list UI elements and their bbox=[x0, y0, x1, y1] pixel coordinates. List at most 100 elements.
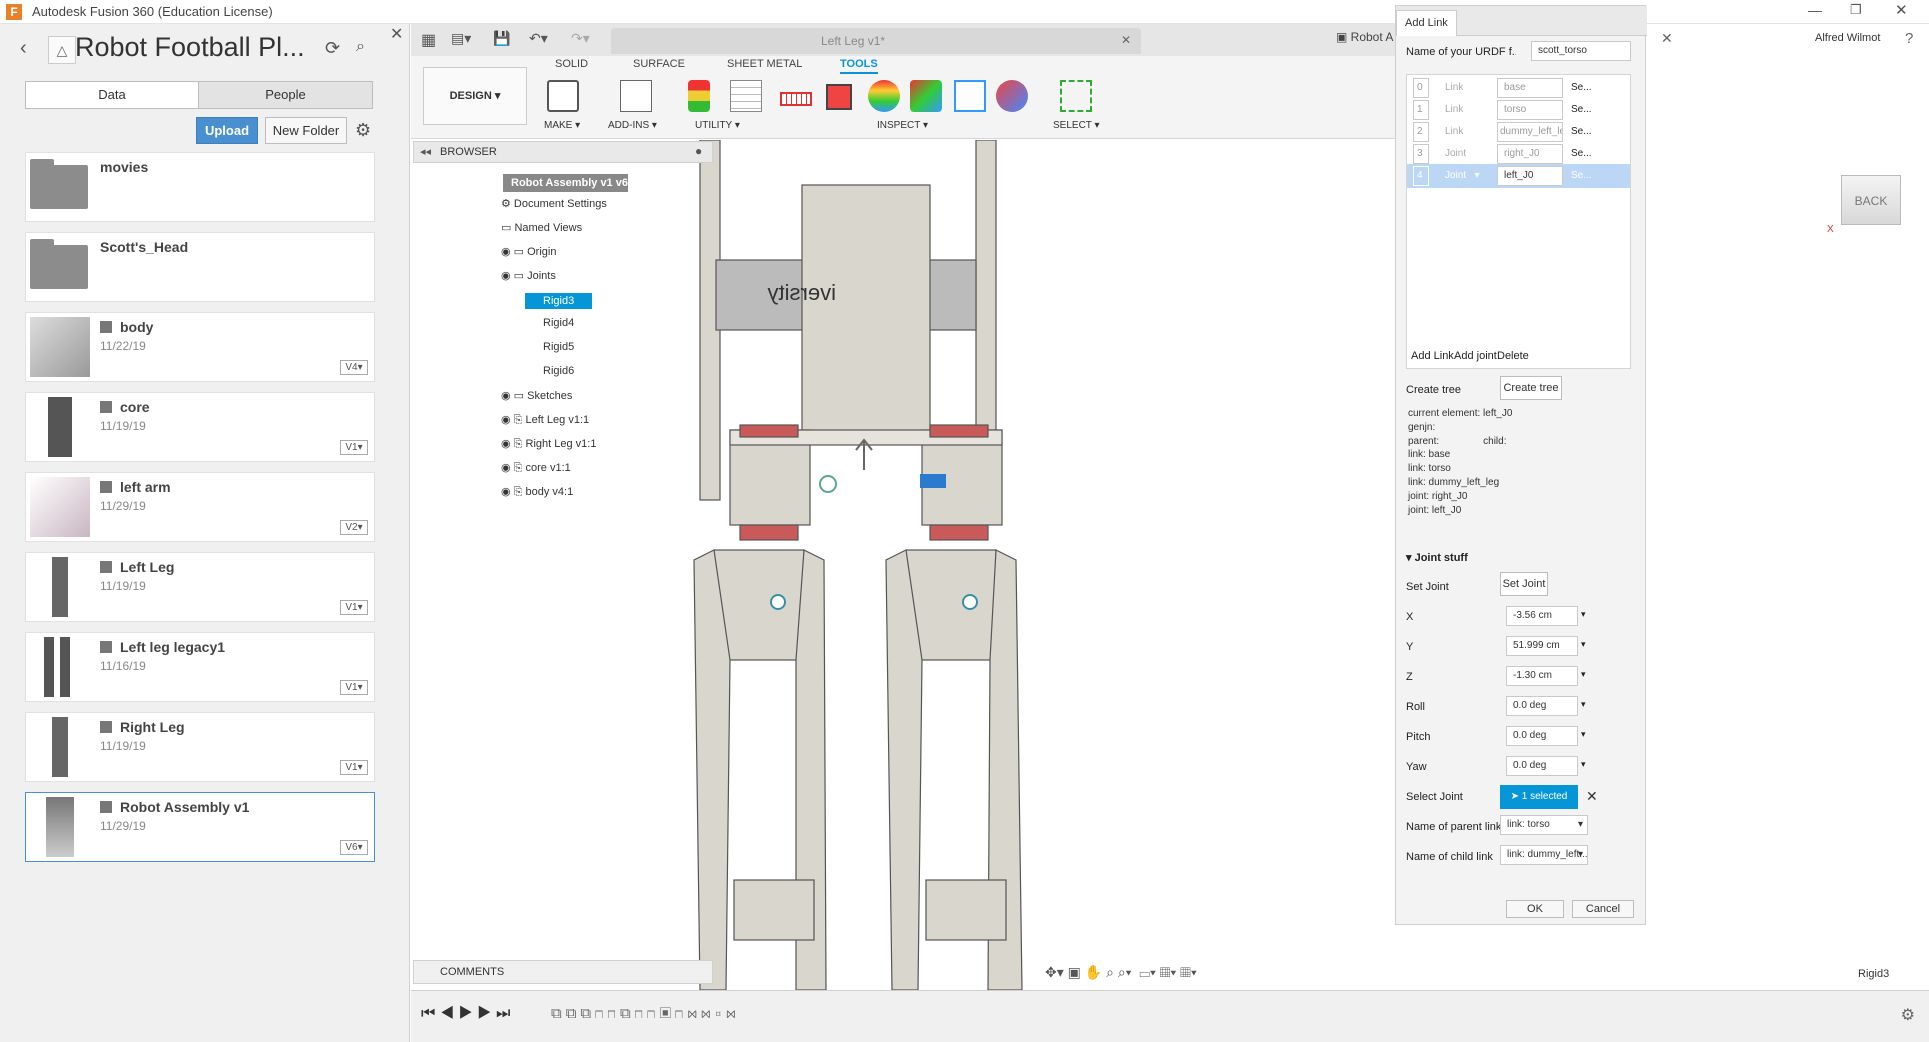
tab-surface[interactable]: SURFACE bbox=[633, 58, 685, 70]
tree-node[interactable]: Rigid6 bbox=[525, 365, 592, 377]
tree-node[interactable]: ▭ Named Views bbox=[501, 221, 582, 234]
addins-menu[interactable]: ADD-INS ▾ bbox=[608, 120, 657, 131]
make-menu[interactable]: MAKE ▾ bbox=[544, 120, 580, 131]
gear-icon[interactable]: ⚙ bbox=[355, 120, 371, 141]
inspect-menu[interactable]: INSPECT ▾ bbox=[877, 120, 928, 131]
list-item[interactable]: Robot Assembly v1 11/29/19 V6▾ bbox=[25, 792, 375, 862]
version-badge[interactable]: V1▾ bbox=[340, 760, 368, 775]
tab-solid[interactable]: SOLID bbox=[555, 58, 588, 70]
utility-menu[interactable]: UTILITY ▾ bbox=[695, 120, 740, 131]
row-select-button[interactable]: Se... bbox=[1571, 126, 1592, 137]
timeline[interactable]: ⏮ ◀ ▶ ▶ ⏭ ⧉⧉⧉⊓⊓⧉⊓⊓▣⊓⋈⋈⌑⋈ ⚙ bbox=[411, 990, 1929, 1042]
tree-node[interactable]: ◉ ⎘ Left Leg v1:1 bbox=[501, 413, 589, 427]
y-input[interactable]: 51.999 cm bbox=[1506, 636, 1578, 656]
add-link-button[interactable]: Add Link bbox=[1411, 350, 1454, 362]
create-tree-button[interactable]: Create tree bbox=[1500, 376, 1562, 400]
table-icon[interactable] bbox=[730, 80, 762, 112]
tree-node[interactable]: ◉ ▭ Sketches bbox=[501, 389, 572, 402]
urdf-name-input[interactable]: scott_torso bbox=[1531, 41, 1631, 61]
row-select-button[interactable]: Se... bbox=[1571, 170, 1592, 181]
tab-tools[interactable]: TOOLS bbox=[840, 58, 878, 74]
version-badge[interactable]: V1▾ bbox=[340, 600, 368, 615]
pin-icon[interactable]: ● bbox=[695, 144, 702, 158]
joint-section-header[interactable]: ▾ Joint stuff bbox=[1406, 551, 1468, 564]
parent-link-select[interactable]: link: torso ▾ bbox=[1500, 815, 1588, 835]
traffic-light-icon[interactable] bbox=[688, 80, 710, 112]
cancel-button[interactable]: Cancel bbox=[1572, 900, 1634, 918]
restore-icon[interactable]: ❐ bbox=[1850, 2, 1862, 18]
spinner-icon[interactable]: ▾ bbox=[1581, 639, 1586, 650]
tree-node[interactable]: ◉ ⎘ core v1:1 bbox=[501, 461, 571, 475]
select-joint-button[interactable]: ➤ 1 selected bbox=[1500, 785, 1578, 809]
list-item[interactable]: left arm 11/29/19 V2▾ bbox=[25, 472, 375, 542]
version-badge[interactable]: V1▾ bbox=[340, 680, 368, 695]
row-name-input[interactable]: torso bbox=[1497, 100, 1563, 120]
3d-viewport[interactable]: iversity BACK X bbox=[686, 139, 1901, 991]
list-item[interactable]: body 11/22/19 V4▾ bbox=[25, 312, 375, 382]
timeline-controls[interactable]: ⏮ ◀ ▶ ▶ ⏭ bbox=[421, 1005, 510, 1023]
interference-icon[interactable] bbox=[826, 84, 852, 110]
tab-data[interactable]: Data bbox=[25, 81, 199, 109]
version-badge[interactable]: V1▾ bbox=[340, 440, 368, 455]
spinner-icon[interactable]: ▾ bbox=[1581, 759, 1586, 770]
save-icon[interactable]: 💾 bbox=[493, 30, 510, 47]
project-icon[interactable]: △ bbox=[48, 36, 76, 64]
collapse-icon[interactable]: ◂◂ bbox=[420, 145, 431, 158]
tab-people[interactable]: People bbox=[198, 81, 373, 109]
tree-root[interactable]: Robot Assembly v1 v6 bbox=[503, 174, 628, 192]
row-select-button[interactable]: Se... bbox=[1571, 104, 1592, 115]
table-row-selected[interactable]: 4 Joint ▾ left_J0 Se... bbox=[1407, 164, 1630, 188]
list-item[interactable]: core 11/19/19 V1▾ bbox=[25, 392, 375, 462]
tree-node[interactable]: ◉ ▭ Origin bbox=[501, 245, 556, 258]
redo-icon[interactable]: ↷▾ bbox=[571, 30, 590, 47]
tab-left-leg[interactable]: Left Leg v1* ✕ bbox=[611, 28, 1141, 54]
list-item[interactable]: Left Leg 11/19/19 V1▾ bbox=[25, 552, 375, 622]
row-select-button[interactable]: Se... bbox=[1571, 82, 1592, 93]
help-icon[interactable]: ? bbox=[1905, 30, 1913, 47]
row-name-input[interactable]: right_J0 bbox=[1497, 144, 1563, 164]
measure-icon[interactable] bbox=[780, 92, 812, 106]
roll-input[interactable]: 0.0 deg bbox=[1506, 696, 1578, 716]
list-item[interactable]: Left leg legacy1 11/16/19 V1▾ bbox=[25, 632, 375, 702]
z-input[interactable]: -1.30 cm bbox=[1506, 666, 1578, 686]
row-type-select[interactable]: Joint ▾ bbox=[1445, 170, 1479, 181]
set-joint-button[interactable]: Set Joint bbox=[1500, 572, 1548, 596]
viewcube[interactable]: BACK bbox=[1841, 175, 1901, 225]
design-workspace-button[interactable]: DESIGN ▾ bbox=[423, 67, 527, 125]
close-panel-icon[interactable]: ✕ bbox=[390, 24, 403, 44]
row-name-input[interactable]: dummy_left_leg bbox=[1497, 122, 1563, 142]
robot-model[interactable]: iversity bbox=[686, 139, 1826, 991]
select-menu[interactable]: SELECT ▾ bbox=[1053, 120, 1100, 131]
row-select-button[interactable]: Se... bbox=[1571, 148, 1592, 159]
grid-menu-icon[interactable]: ▦ bbox=[421, 30, 436, 50]
file-menu-icon[interactable]: ▤▾ bbox=[451, 30, 471, 47]
delete-button[interactable]: Delete bbox=[1497, 350, 1529, 362]
version-badge[interactable]: V4▾ bbox=[340, 360, 368, 375]
navigation-toolbar[interactable]: ✥▾ ▣ ✋ ⌕ ⌕▾ ▭▾ ▦▾ ▦▾ bbox=[1045, 964, 1197, 981]
component-color-icon[interactable] bbox=[996, 80, 1028, 112]
tree-node[interactable]: Rigid4 bbox=[525, 317, 592, 329]
spinner-icon[interactable]: ▾ bbox=[1581, 669, 1586, 680]
list-item[interactable]: Scott's_Head bbox=[25, 232, 375, 302]
x-input[interactable]: -3.56 cm bbox=[1506, 606, 1578, 626]
curvature-icon[interactable] bbox=[910, 80, 942, 112]
new-folder-button[interactable]: New Folder bbox=[265, 117, 347, 144]
zebra-icon[interactable] bbox=[868, 80, 900, 112]
row-name-input[interactable]: left_J0 bbox=[1497, 166, 1563, 186]
timeline-settings-icon[interactable]: ⚙ bbox=[1901, 1005, 1915, 1025]
tab-sheet-metal[interactable]: SHEET METAL bbox=[727, 58, 802, 70]
clear-selection-icon[interactable]: ✕ bbox=[1586, 788, 1598, 805]
undo-icon[interactable]: ↶▾ bbox=[529, 30, 548, 47]
tab-robot[interactable]: ▣ Robot A bbox=[1336, 30, 1393, 44]
timeline-features[interactable]: ⧉⧉⧉⊓⊓⧉⊓⊓▣⊓⋈⋈⌑⋈ bbox=[551, 1005, 740, 1022]
scripts-icon[interactable] bbox=[620, 80, 652, 112]
pitch-input[interactable]: 0.0 deg bbox=[1506, 726, 1578, 746]
close-tab-icon[interactable]: ✕ bbox=[1121, 33, 1131, 47]
child-link-select[interactable]: link: dummy_left... ▾ bbox=[1500, 845, 1588, 865]
close-window-icon[interactable]: ✕ bbox=[1895, 1, 1908, 19]
tree-node[interactable]: ◉ ⎘ body v4:1 bbox=[501, 485, 573, 499]
spinner-icon[interactable]: ▾ bbox=[1581, 609, 1586, 620]
ok-button[interactable]: OK bbox=[1506, 900, 1564, 918]
refresh-icon[interactable]: ⟳ bbox=[325, 38, 340, 59]
minimize-icon[interactable]: — bbox=[1808, 2, 1822, 18]
